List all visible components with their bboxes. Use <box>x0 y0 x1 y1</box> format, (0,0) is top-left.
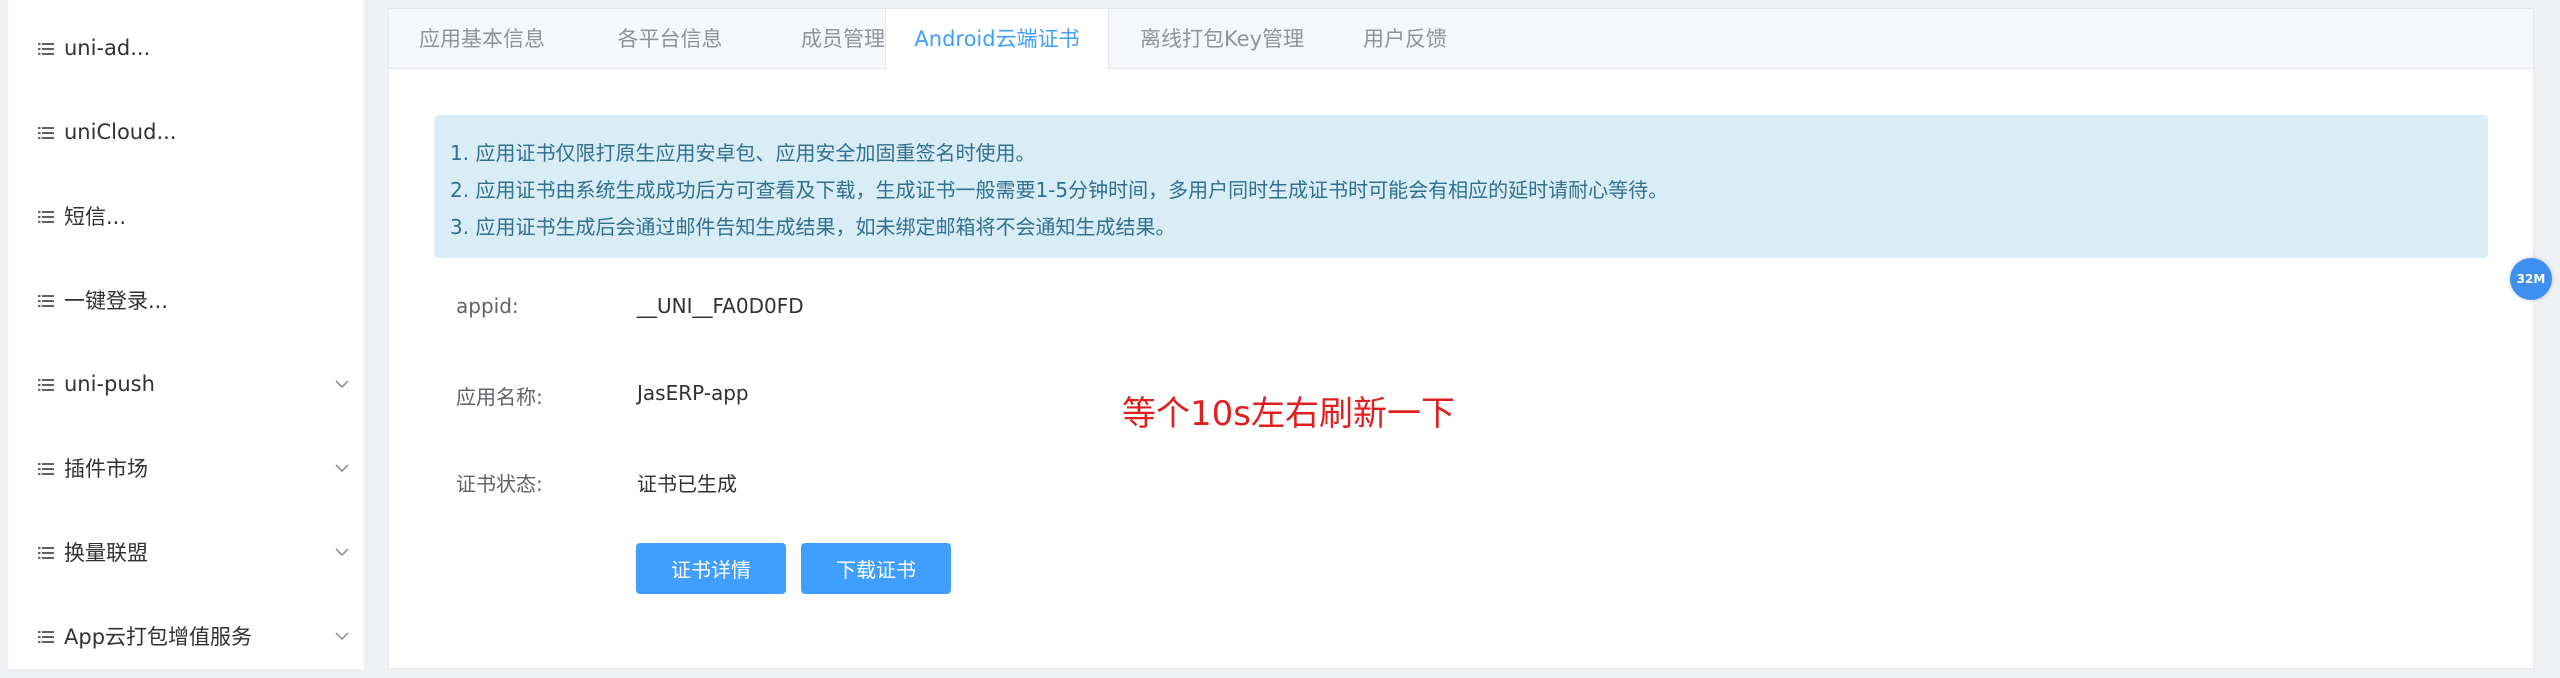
sidebar-item-label: uniCloud... <box>64 120 177 144</box>
chevron-down-icon[interactable] <box>334 544 350 560</box>
tab-app-basic-info[interactable]: 应用基本信息 <box>389 9 575 69</box>
chevron-down-icon[interactable] <box>334 628 350 644</box>
sidebar-item-label: 换量联盟 <box>64 541 148 565</box>
annotation-text: 等个10s左右刷新一下 <box>1122 394 1455 434</box>
sidebar-item-label: 短信... <box>64 205 127 229</box>
notice-box: 1. 应用证书仅限打原生应用安卓包、应用安全加固重签名时使用。 2. 应用证书由… <box>434 115 2488 258</box>
tab-user-feedback[interactable]: 用户反馈 <box>1335 9 1475 69</box>
list-icon <box>38 629 54 643</box>
sidebar-item-label: uni-ad... <box>64 36 151 60</box>
appid-value: __UNI__FA0D0FD <box>637 294 804 318</box>
sidebar-item-app-cloud-build[interactable]: App云打包增值服务 <box>8 594 364 678</box>
size-badge[interactable]: 32M <box>2510 258 2552 300</box>
list-icon <box>38 545 54 559</box>
sidebar-item-label: 一键登录... <box>64 289 169 313</box>
cert-status-value: 证书已生成 <box>637 472 737 496</box>
app-name-value: JasERP-app <box>637 381 749 405</box>
main-panel: 应用基本信息 各平台信息 成员管理 Android云端证书 离线打包Key管理 … <box>388 8 2534 669</box>
list-icon <box>38 41 54 55</box>
list-icon <box>38 461 54 475</box>
cert-status-label: 证书状态: <box>456 472 543 496</box>
app-name-label: 应用名称: <box>456 385 543 409</box>
notice-line: 3. 应用证书生成后会通过邮件告知生成结果，如未绑定邮箱将不会通知生成结果。 <box>450 215 1176 239</box>
notice-line: 1. 应用证书仅限打原生应用安卓包、应用安全加固重签名时使用。 <box>450 141 1036 165</box>
sidebar-item-uni-push[interactable]: uni-push <box>8 342 364 426</box>
sidebar-item-label: uni-push <box>64 372 155 396</box>
tab-offline-key-management[interactable]: 离线打包Key管理 <box>1109 9 1335 69</box>
download-cert-button[interactable]: 下载证书 <box>801 543 951 594</box>
cert-details-button[interactable]: 证书详情 <box>636 543 786 594</box>
list-icon <box>38 209 54 223</box>
appid-label: appid: <box>456 294 519 318</box>
sidebar-item-plugin-market[interactable]: 插件市场 <box>8 426 364 510</box>
tab-platform-info[interactable]: 各平台信息 <box>575 9 765 69</box>
chevron-down-icon[interactable] <box>334 460 350 476</box>
sidebar-item-traffic-alliance[interactable]: 换量联盟 <box>8 510 364 594</box>
sidebar-item-unicloud[interactable]: uniCloud... <box>8 90 364 174</box>
list-icon <box>38 293 54 307</box>
list-icon <box>38 125 54 139</box>
sidebar-item-label: 插件市场 <box>64 457 148 481</box>
sidebar-item-uni-ad[interactable]: uni-ad... <box>8 6 364 90</box>
list-icon <box>38 377 54 391</box>
tab-bar: 应用基本信息 各平台信息 成员管理 Android云端证书 离线打包Key管理 … <box>389 9 2533 70</box>
tab-android-cloud-cert[interactable]: Android云端证书 <box>885 9 1109 70</box>
sidebar: uni-ad... uniCloud... 短信... 一键登录... uni-… <box>8 0 364 669</box>
sidebar-item-label: App云打包增值服务 <box>64 625 253 649</box>
chevron-down-icon[interactable] <box>334 376 350 392</box>
sidebar-item-one-click-login[interactable]: 一键登录... <box>8 258 364 342</box>
notice-line: 2. 应用证书由系统生成成功后方可查看及下载，生成证书一般需要1-5分钟时间，多… <box>450 178 1669 202</box>
sidebar-item-sms[interactable]: 短信... <box>8 174 364 258</box>
